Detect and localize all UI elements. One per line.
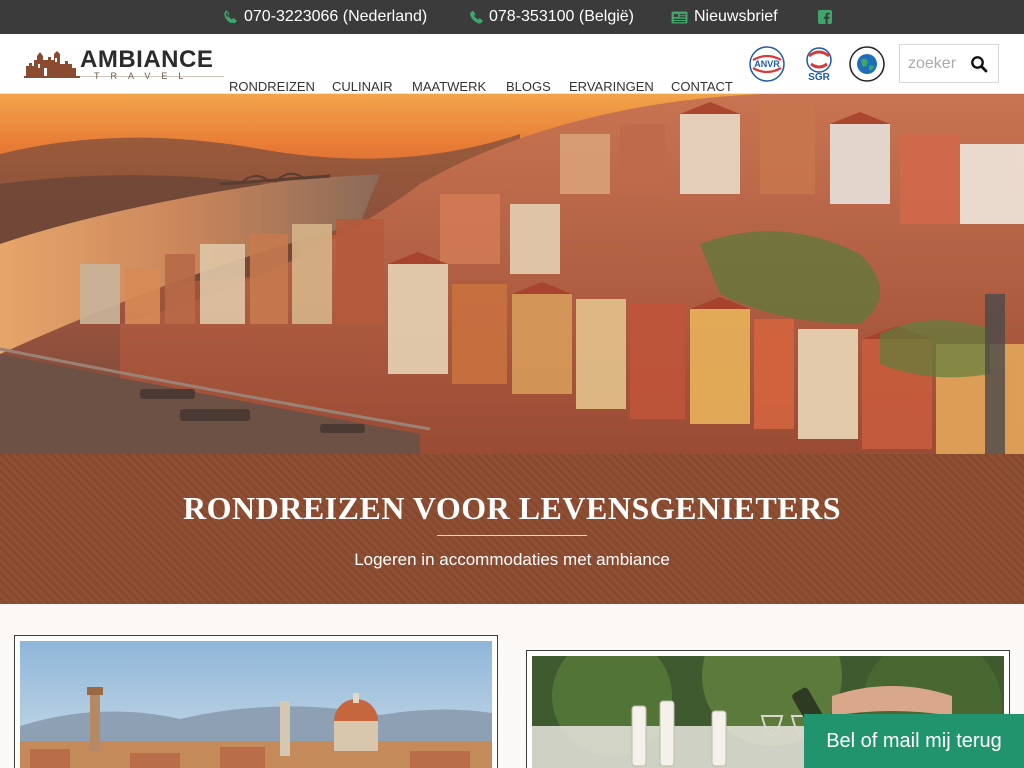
logo-subtitle: TRAVEL	[94, 71, 195, 81]
banner-divider	[437, 535, 587, 536]
newspaper-icon	[671, 11, 688, 24]
callback-button[interactable]: Bel of mail mij terug	[804, 714, 1024, 768]
hero-image	[0, 94, 1024, 454]
calamiteitenfonds-logo[interactable]	[849, 46, 885, 82]
phone-be-text: 078-353100 (België)	[489, 8, 634, 25]
phone-icon	[224, 10, 238, 24]
facebook-icon	[818, 10, 832, 24]
tagline-banner: RONDREIZEN VOOR LEVENSGENIETERS Logeren …	[0, 454, 1024, 604]
phone-nl-text: 070-3223066 (Nederland)	[244, 8, 428, 25]
search-box	[899, 44, 999, 83]
phone-nl-link[interactable]: 070-3223066 (Nederland)	[224, 0, 427, 34]
ambiance-travel-logo[interactable]: AMBIANCE TRAVEL	[24, 44, 224, 86]
banner-subtitle: Logeren in accommodaties met ambiance	[354, 550, 670, 569]
phone-icon	[469, 10, 483, 24]
site-header: AMBIANCE TRAVEL RONDREIZEN CULINAIR MAAT…	[0, 34, 1024, 94]
top-contact-bar: 070-3223066 (Nederland) 078-353100 (Belg…	[0, 0, 1024, 34]
sgr-logo[interactable]: SGR	[801, 46, 837, 82]
svg-text:ANVR: ANVR	[754, 59, 780, 69]
search-icon[interactable]	[970, 55, 988, 73]
phone-be-link[interactable]: 078-353100 (België)	[469, 0, 634, 34]
search-input[interactable]	[908, 54, 970, 74]
tour-card-florence[interactable]	[14, 635, 498, 768]
anvr-logo[interactable]: ANVR	[749, 46, 785, 82]
logo-brand: AMBIANCE	[80, 46, 214, 73]
banner-title: RONDREIZEN VOOR LEVENSGENIETERS	[183, 490, 841, 526]
castle-icon	[24, 51, 80, 78]
newsletter-text: Nieuwsbrief	[694, 8, 778, 25]
facebook-link[interactable]	[818, 0, 832, 34]
florence-image	[20, 641, 492, 768]
svg-text:SGR: SGR	[808, 72, 830, 82]
newsletter-link[interactable]: Nieuwsbrief	[671, 0, 778, 34]
